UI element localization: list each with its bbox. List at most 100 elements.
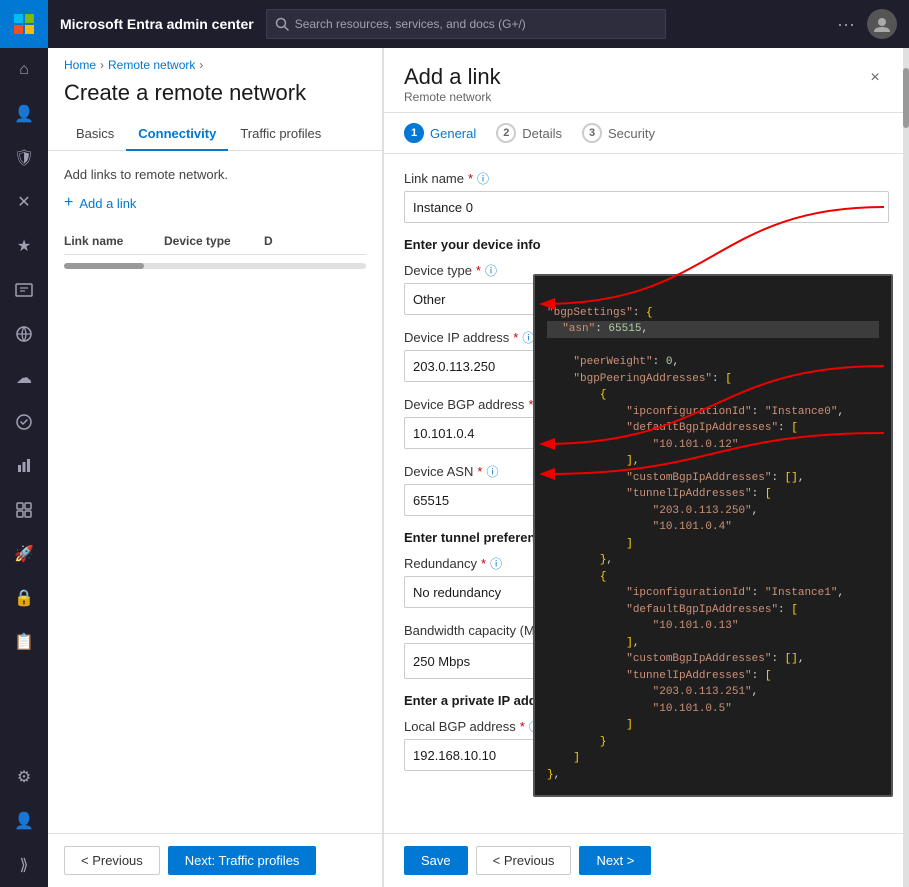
add-link-button[interactable]: + Add a link (64, 194, 366, 212)
bandwidth-info-icon[interactable]: ⓘ (573, 622, 585, 639)
device-asn-input[interactable] (404, 484, 889, 516)
close-icon: × (870, 69, 879, 87)
device-ip-label: Device IP address * ⓘ (404, 329, 889, 346)
local-bgp-input[interactable] (404, 739, 889, 771)
sidebar-item-cloud[interactable]: ☁ (0, 356, 48, 400)
sidebar-item-entra-connect[interactable] (0, 312, 48, 356)
sidebar-item-favorites[interactable]: ★ (0, 224, 48, 268)
device-asn-info-icon[interactable]: ⓘ (486, 463, 498, 480)
step-details[interactable]: 2 Details (496, 123, 562, 143)
sidebar-item-devices[interactable]: 🔒 (0, 576, 48, 620)
drawer-title-group: Add a link Remote network (404, 64, 501, 104)
sidebar-item-applications[interactable] (0, 488, 48, 532)
step-num-1: 1 (404, 123, 424, 143)
link-name-info-icon[interactable]: ⓘ (477, 170, 489, 187)
sidebar-expand[interactable]: ⟫ (0, 843, 48, 887)
device-type-info-icon[interactable]: ⓘ (485, 262, 497, 279)
tunnel-heading: Enter tunnel preference (404, 530, 889, 545)
sidebar-item-home[interactable]: ⌂ (0, 48, 48, 92)
bandwidth-select-wrapper: 250 Mbps 500 Mbps 1 Gbps ▼ (404, 643, 889, 679)
user-avatar[interactable] (867, 9, 897, 39)
app-title: Microsoft Entra admin center (60, 16, 254, 32)
save-button[interactable]: Save (404, 846, 468, 875)
topbar-right: ··· (837, 9, 897, 39)
drawer-prev-button[interactable]: < Previous (476, 846, 572, 875)
app-logo (0, 0, 48, 48)
scrollbar-thumb (64, 263, 144, 269)
device-ip-input[interactable] (404, 350, 889, 382)
drawer-panel: Add a link Remote network × 1 General 2 … (383, 48, 909, 887)
drawer-content: Link name * ⓘ Enter your device info Dev… (384, 154, 909, 833)
table-scrollbar[interactable] (64, 263, 366, 269)
device-type-input[interactable] (404, 283, 889, 315)
step-bar: 1 General 2 Details 3 Security (384, 113, 909, 154)
device-type-required: * (476, 263, 481, 278)
breadcrumb-sep1: › (100, 58, 104, 72)
sidebar-item-id-governance[interactable] (0, 268, 48, 312)
sidebar: ⌂ 👤 🛡 ✕ ★ ☁ 🚀 🔒 📋 ⚙ 👤 ⟫ (0, 0, 48, 887)
link-name-input[interactable] (404, 191, 889, 223)
step-label-general: General (430, 126, 476, 141)
device-bgp-input[interactable] (404, 417, 889, 449)
redundancy-input[interactable] (404, 576, 889, 608)
tab-basics[interactable]: Basics (64, 118, 126, 151)
sidebar-item-network[interactable]: 🚀 (0, 532, 48, 576)
add-link-label: Add a link (79, 196, 136, 211)
device-bgp-required: * (528, 397, 533, 412)
device-ip-required: * (513, 330, 518, 345)
content-area: Home › Remote network › Create a remote … (48, 48, 909, 887)
add-icon: + (64, 194, 73, 212)
device-type-label: Device type * ⓘ (404, 262, 889, 279)
scroll-indicator[interactable] (903, 48, 909, 887)
sidebar-item-audit[interactable]: 📋 (0, 620, 48, 664)
redundancy-required: * (481, 556, 486, 571)
next-traffic-profiles-button[interactable]: Next: Traffic profiles (168, 846, 317, 875)
drawer-footer: Save < Previous Next > (384, 833, 909, 887)
prev-button[interactable]: < Previous (64, 846, 160, 875)
sidebar-item-protection[interactable]: 🛡 (0, 136, 48, 180)
tab-connectivity[interactable]: Connectivity (126, 118, 228, 151)
main-container: Microsoft Entra admin center Search reso… (48, 0, 909, 887)
device-asn-label: Device ASN * ⓘ (404, 463, 889, 480)
bandwidth-label: Bandwidth capacity (Mbps) * ⓘ (404, 622, 889, 639)
form-group-device-bgp: Device BGP address * ⓘ (404, 396, 889, 449)
device-ip-info-icon[interactable]: ⓘ (522, 329, 534, 346)
search-bar[interactable]: Search resources, services, and docs (G+… (266, 9, 666, 39)
form-group-link-name: Link name * ⓘ (404, 170, 889, 223)
close-button[interactable]: × (861, 64, 889, 92)
step-num-2: 2 (496, 123, 516, 143)
device-info-heading: Enter your device info (404, 237, 889, 252)
col-header-device-type: Device type (164, 234, 264, 248)
search-placeholder: Search resources, services, and docs (G+… (295, 17, 526, 31)
scroll-thumb (903, 68, 909, 128)
sidebar-item-reports[interactable] (0, 444, 48, 488)
bandwidth-select[interactable]: 250 Mbps 500 Mbps 1 Gbps (404, 643, 889, 679)
local-bgp-required: * (520, 719, 525, 734)
device-asn-required: * (477, 464, 482, 479)
local-bgp-label: Local BGP address * ⓘ (404, 718, 889, 735)
col-header-d: D (264, 234, 324, 248)
step-label-security: Security (608, 126, 655, 141)
form-group-device-type: Device type * ⓘ (404, 262, 889, 315)
breadcrumb-home[interactable]: Home (64, 58, 96, 72)
breadcrumb-remote-network[interactable]: Remote network (108, 58, 195, 72)
col-header-link-name: Link name (64, 234, 164, 248)
sidebar-item-close[interactable]: ✕ (0, 180, 48, 224)
sidebar-item-account[interactable]: 👤 (0, 799, 48, 843)
step-security[interactable]: 3 Security (582, 123, 655, 143)
link-name-label: Link name * ⓘ (404, 170, 889, 187)
device-bgp-info-icon[interactable]: ⓘ (538, 396, 550, 413)
tab-traffic-profiles[interactable]: Traffic profiles (228, 118, 333, 151)
sidebar-item-global-secure[interactable] (0, 400, 48, 444)
link-name-required: * (468, 171, 473, 186)
redundancy-info-icon[interactable]: ⓘ (490, 555, 502, 572)
step-general[interactable]: 1 General (404, 123, 476, 143)
links-table-header: Link name Device type D (64, 228, 366, 255)
gateway-section-title: Enter a private IP address you want to u… (404, 693, 889, 708)
redundancy-label: Redundancy * ⓘ (404, 555, 889, 572)
local-bgp-info-icon[interactable]: ⓘ (529, 718, 541, 735)
sidebar-item-settings[interactable]: ⚙ (0, 755, 48, 799)
more-options-icon[interactable]: ··· (837, 14, 855, 35)
sidebar-item-identity[interactable]: 👤 (0, 92, 48, 136)
drawer-next-button[interactable]: Next > (579, 846, 651, 875)
